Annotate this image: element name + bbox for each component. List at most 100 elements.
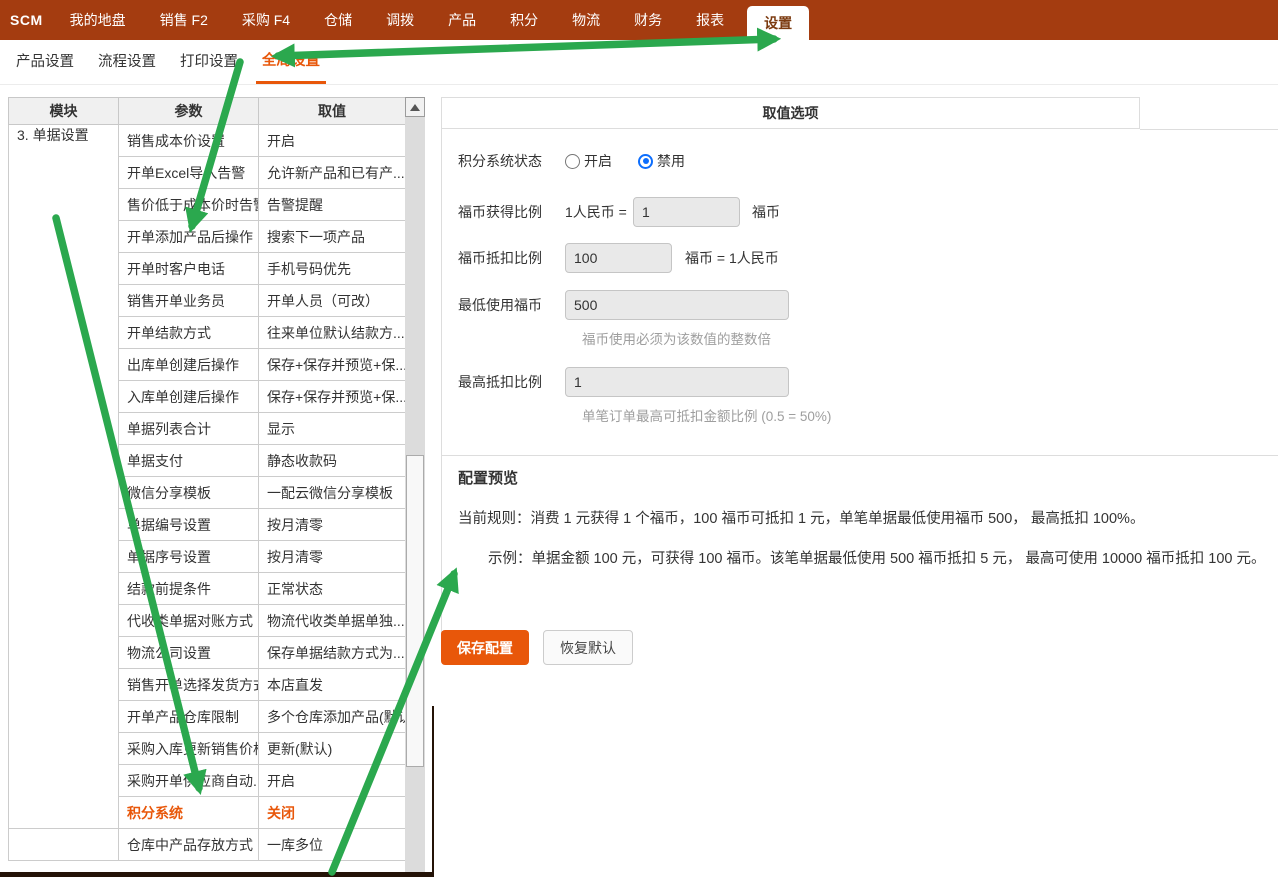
radio-option-enable[interactable]: 开启	[565, 151, 612, 171]
value-cell[interactable]: 一库多位	[259, 829, 406, 861]
top-nav-tab-settings-active[interactable]: 设置	[747, 6, 809, 40]
value-cell[interactable]: 手机号码优先	[259, 253, 406, 285]
subnav-item-active[interactable]: 全局设置	[256, 40, 326, 84]
param-cell[interactable]: 开单添加产品后操作	[119, 221, 259, 253]
value-cell[interactable]: 多个仓库添加产品(默认)	[259, 701, 406, 733]
gain-ratio-input[interactable]	[633, 197, 740, 227]
value-cell[interactable]: 静态收款码	[259, 445, 406, 477]
top-nav-item[interactable]: 积分	[493, 0, 555, 40]
restore-default-button[interactable]: 恢复默认	[543, 630, 633, 665]
deduct-ratio-input[interactable]	[565, 243, 672, 273]
param-cell[interactable]: 代收类单据对账方式	[119, 605, 259, 637]
param-cell[interactable]: 售价低于成本价时告警	[119, 189, 259, 221]
param-cell[interactable]: 微信分享模板	[119, 477, 259, 509]
param-cell[interactable]: 开单时客户电话	[119, 253, 259, 285]
radio-icon-enable[interactable]	[565, 154, 580, 169]
param-cell[interactable]: 入库单创建后操作	[119, 381, 259, 413]
param-cell[interactable]: 积分系统	[119, 797, 259, 829]
value-cell[interactable]: 搜索下一项产品	[259, 221, 406, 253]
top-nav-item[interactable]: 财务	[617, 0, 679, 40]
value-cell[interactable]: 保存单据结款方式为...	[259, 637, 406, 669]
subnav-item[interactable]: 产品设置	[10, 40, 80, 84]
window-bottom-edge	[0, 872, 434, 877]
top-nav-item[interactable]: SCM	[8, 0, 53, 40]
top-nav-item[interactable]: 报表	[679, 0, 741, 40]
table-row[interactable]: 3. 单据设置销售成本价设置开启	[9, 125, 406, 157]
gain-ratio-row: 福币获得比例 1人民币 = 福币	[458, 197, 780, 227]
subnav-item[interactable]: 流程设置	[92, 40, 162, 84]
gain-ratio-prefix: 1人民币 =	[565, 202, 633, 222]
top-nav-item[interactable]: 仓储	[307, 0, 369, 40]
param-cell[interactable]: 仓库中产品存放方式	[119, 829, 259, 861]
param-cell[interactable]: 采购开单供应商自动...	[119, 765, 259, 797]
value-cell[interactable]: 物流代收类单据单独...	[259, 605, 406, 637]
scrollbar-up-button[interactable]	[405, 97, 425, 117]
max-ratio-label: 最高抵扣比例	[458, 372, 565, 392]
value-cell[interactable]: 更新(默认)	[259, 733, 406, 765]
value-cell[interactable]: 关闭	[259, 797, 406, 829]
radio-label-disable[interactable]: 禁用	[657, 151, 685, 171]
top-nav-item[interactable]: 产品	[431, 0, 493, 40]
radio-label-enable[interactable]: 开启	[584, 151, 612, 171]
header-value: 取值	[259, 98, 406, 125]
value-cell[interactable]: 按月清零	[259, 541, 406, 573]
param-cell[interactable]: 销售开单选择发货方式	[119, 669, 259, 701]
value-cell[interactable]: 一配云微信分享模板	[259, 477, 406, 509]
radio-icon-disable[interactable]	[638, 154, 653, 169]
gain-ratio-label: 福币获得比例	[458, 202, 565, 222]
header-param: 参数	[119, 98, 259, 125]
value-cell[interactable]: 保存+保存并预览+保...	[259, 349, 406, 381]
value-cell[interactable]: 往来单位默认结款方...	[259, 317, 406, 349]
preview-heading: 配置预览	[458, 467, 518, 488]
value-cell[interactable]: 保存+保存并预览+保...	[259, 381, 406, 413]
panel-title: 取值选项	[441, 97, 1140, 129]
param-cell[interactable]: 物流公司设置	[119, 637, 259, 669]
value-cell[interactable]: 允许新产品和已有产...	[259, 157, 406, 189]
radio-option-disable[interactable]: 禁用	[638, 151, 685, 171]
scrollbar-thumb[interactable]	[406, 455, 424, 767]
param-cell[interactable]: 单据支付	[119, 445, 259, 477]
param-cell[interactable]: 采购入库更新销售价格	[119, 733, 259, 765]
param-cell[interactable]: 出库单创建后操作	[119, 349, 259, 381]
value-cell[interactable]: 正常状态	[259, 573, 406, 605]
value-cell[interactable]: 按月清零	[259, 509, 406, 541]
top-nav-item[interactable]: 我的地盘	[53, 0, 143, 40]
top-nav-item[interactable]: 调拨	[369, 0, 431, 40]
example-text: 单据金额 100 元，可获得 100 福币。该笔单据最低使用 500 福币抵扣 …	[532, 551, 1266, 567]
rule-text: 消费 1 元获得 1 个福币，100 福币可抵扣 1 元，单笔单据最低使用福币 …	[531, 511, 1145, 527]
max-ratio-input[interactable]	[565, 367, 789, 397]
preview-divider	[441, 455, 1278, 456]
deduct-ratio-unit: 福币 = 1人民币	[685, 248, 779, 268]
value-cell[interactable]: 开启	[259, 765, 406, 797]
param-cell[interactable]: 结款前提条件	[119, 573, 259, 605]
subnav-item[interactable]: 打印设置	[174, 40, 244, 84]
param-cell[interactable]: 销售成本价设置	[119, 125, 259, 157]
value-cell[interactable]: 本店直发	[259, 669, 406, 701]
panel-left-border	[441, 129, 442, 640]
param-cell[interactable]: 单据列表合计	[119, 413, 259, 445]
top-nav-item[interactable]: 销售 F2	[143, 0, 225, 40]
table-row[interactable]: 仓库中产品存放方式一库多位	[9, 829, 406, 861]
param-cell[interactable]: 开单Excel导入告警	[119, 157, 259, 189]
gain-ratio-unit: 福币	[752, 202, 780, 222]
save-config-button[interactable]: 保存配置	[441, 630, 529, 665]
param-cell[interactable]: 开单产品仓库限制	[119, 701, 259, 733]
up-arrow-icon	[410, 104, 420, 111]
value-cell[interactable]: 开单人员（可改）	[259, 285, 406, 317]
param-cell[interactable]: 单据序号设置	[119, 541, 259, 573]
value-cell[interactable]: 开启	[259, 125, 406, 157]
min-use-label: 最低使用福币	[458, 295, 565, 315]
min-use-hint: 福币使用必须为该数值的整数倍	[582, 328, 771, 348]
min-use-row: 最低使用福币	[458, 290, 789, 320]
value-cell[interactable]: 告警提醒	[259, 189, 406, 221]
min-use-input[interactable]	[565, 290, 789, 320]
param-cell[interactable]: 开单结款方式	[119, 317, 259, 349]
table-scrollbar[interactable]	[405, 97, 425, 877]
points-status-label: 积分系统状态	[458, 151, 565, 171]
max-ratio-hint: 单笔订单最高可抵扣金额比例 (0.5 = 50%)	[582, 405, 831, 425]
value-cell[interactable]: 显示	[259, 413, 406, 445]
param-cell[interactable]: 单据编号设置	[119, 509, 259, 541]
param-cell[interactable]: 销售开单业务员	[119, 285, 259, 317]
top-nav-item[interactable]: 物流	[555, 0, 617, 40]
top-nav-item[interactable]: 采购 F4	[225, 0, 307, 40]
